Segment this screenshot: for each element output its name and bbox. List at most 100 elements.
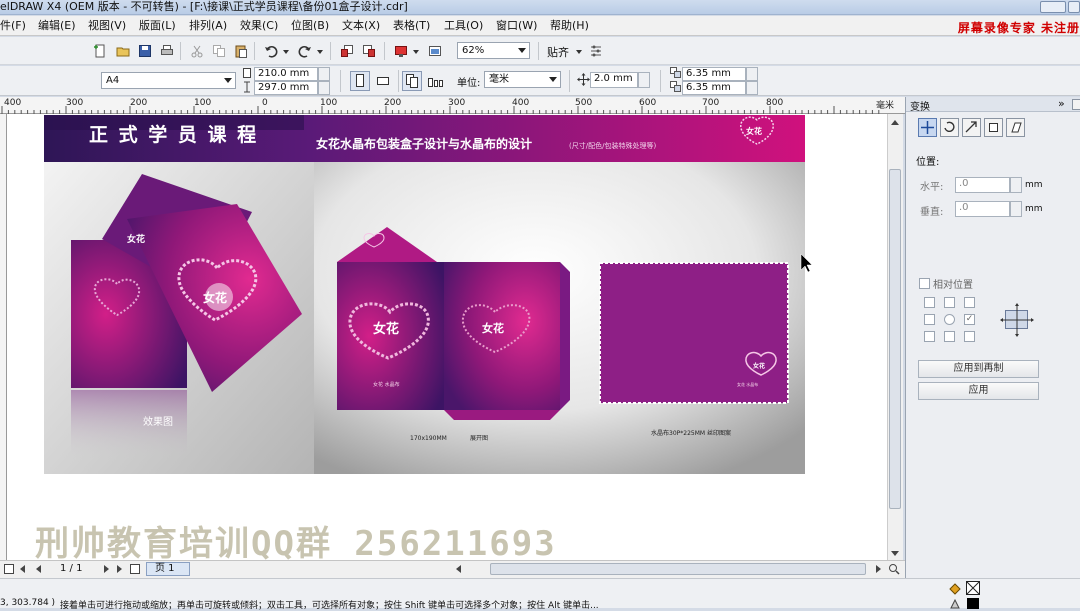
- page-height-field[interactable]: 297.0 mm: [254, 81, 318, 95]
- nudge-distance-field[interactable]: 2.0 mm: [590, 72, 638, 88]
- all-pages-icon[interactable]: [402, 71, 422, 91]
- menu-arrange[interactable]: 排列(A): [189, 18, 227, 34]
- menu-layout[interactable]: 版面(L): [139, 18, 176, 34]
- add-page-icon[interactable]: [130, 564, 140, 574]
- scroll-up-arrow[interactable]: [891, 120, 899, 125]
- horizontal-position-spinner[interactable]: [1010, 177, 1022, 193]
- anchor-top-left[interactable]: [924, 297, 935, 308]
- anchor-middle-right[interactable]: ✓: [964, 314, 975, 325]
- nudge-spinner[interactable]: [638, 72, 650, 88]
- anchor-bottom-right[interactable]: [964, 331, 975, 342]
- open-folder-icon[interactable]: [116, 44, 130, 58]
- save-icon[interactable]: [138, 44, 152, 58]
- portrait-icon[interactable]: [350, 71, 370, 91]
- outline-color-swatch[interactable]: [967, 598, 979, 609]
- skew-mode-icon[interactable]: [1006, 118, 1025, 137]
- duplicate-x-field[interactable]: 6.35 mm: [682, 67, 746, 81]
- menu-table[interactable]: 表格(T): [393, 18, 430, 34]
- page-width-spinner[interactable]: [318, 67, 330, 81]
- menu-edit[interactable]: 编辑(E): [38, 18, 76, 34]
- page-height-spinner[interactable]: [318, 81, 330, 95]
- anchor-center[interactable]: [944, 314, 955, 325]
- zoom-level-combo[interactable]: 62%: [457, 42, 530, 59]
- relative-position-checkbox[interactable]: [919, 278, 930, 289]
- menu-bar: 件(F) 编辑(E) 视图(V) 版面(L) 排列(A) 效果(C) 位图(B)…: [0, 16, 1080, 36]
- page-width-field[interactable]: 210.0 mm: [254, 67, 318, 81]
- scroll-right-arrow[interactable]: [876, 565, 881, 573]
- application-launcher-icon[interactable]: [394, 44, 408, 58]
- welcome-screen-icon[interactable]: [428, 44, 442, 58]
- anchor-top-center[interactable]: [944, 297, 955, 308]
- ruler-label: 0: [262, 98, 268, 108]
- landscape-icon[interactable]: [373, 71, 393, 91]
- vertical-position-field[interactable]: .0: [955, 201, 1010, 217]
- apply-to-duplicate-button[interactable]: 应用到再制: [918, 360, 1039, 378]
- size-mode-icon[interactable]: [984, 118, 1003, 137]
- maximize-button[interactable]: [1068, 1, 1080, 13]
- menu-file[interactable]: 件(F): [0, 18, 26, 34]
- vertical-ruler[interactable]: [0, 114, 7, 560]
- prev-page-arrow[interactable]: [36, 565, 41, 573]
- anchor-bottom-center[interactable]: [944, 331, 955, 342]
- print-icon[interactable]: [160, 44, 174, 58]
- fill-bucket-icon[interactable]: [948, 583, 962, 595]
- paste-icon[interactable]: [234, 44, 248, 58]
- vertical-scroll-thumb[interactable]: [889, 169, 901, 509]
- new-document-icon[interactable]: [93, 44, 107, 58]
- anchor-middle-left[interactable]: [924, 314, 935, 325]
- snap-to-button[interactable]: 贴齐: [547, 44, 569, 60]
- anchor-bottom-left[interactable]: [924, 331, 935, 342]
- scale-mirror-mode-icon[interactable]: [962, 118, 981, 137]
- menu-view[interactable]: 视图(V): [88, 18, 126, 34]
- box-logo-text: 女花: [127, 233, 145, 245]
- menu-help[interactable]: 帮助(H): [550, 18, 589, 34]
- docker-tab[interactable]: [1072, 99, 1080, 110]
- current-page-icon[interactable]: [425, 71, 445, 91]
- import-icon[interactable]: [340, 44, 354, 58]
- snap-dropdown-arrow[interactable]: [576, 50, 582, 54]
- rotate-mode-icon[interactable]: [940, 118, 959, 137]
- undo-icon[interactable]: [264, 44, 278, 58]
- page-tab[interactable]: 页 1: [146, 562, 190, 576]
- ruler-label: 100: [194, 98, 212, 108]
- horizontal-scroll-thumb[interactable]: [490, 563, 866, 575]
- drawing-canvas[interactable]: 正 式 学 员 课 程 女花水晶布包装盒子设计与水晶布的设计 (尺寸/配色/包装…: [7, 114, 887, 560]
- position-mode-icon[interactable]: [918, 118, 937, 137]
- menu-text[interactable]: 文本(X): [342, 18, 380, 34]
- horizontal-position-field[interactable]: .0: [955, 177, 1010, 193]
- paper-size-combo[interactable]: A4: [101, 72, 236, 89]
- redo-dropdown-arrow[interactable]: [317, 50, 323, 54]
- undo-dropdown-arrow[interactable]: [283, 50, 289, 54]
- navigator-icon[interactable]: [888, 563, 900, 575]
- vertical-scrollbar[interactable]: [887, 114, 903, 560]
- scroll-left-arrow[interactable]: [456, 565, 461, 573]
- no-fill-swatch-icon[interactable]: [966, 581, 980, 595]
- cut-icon[interactable]: [190, 44, 204, 58]
- duplicate-y-spinner[interactable]: [746, 81, 758, 95]
- last-page-arrow[interactable]: [117, 565, 122, 573]
- collapse-docker-icon[interactable]: »: [1058, 97, 1065, 110]
- scroll-down-arrow[interactable]: [891, 551, 899, 556]
- apply-button[interactable]: 应用: [918, 382, 1039, 400]
- first-page-arrow[interactable]: [20, 565, 25, 573]
- units-combo[interactable]: 毫米: [484, 71, 561, 88]
- ruler-label: 400: [4, 98, 22, 108]
- options-icon[interactable]: [589, 44, 603, 58]
- horizontal-ruler[interactable]: 400 300 200 100 0 100 200 300 400 500 60…: [0, 97, 905, 114]
- copy-icon[interactable]: [212, 44, 226, 58]
- menu-effects[interactable]: 效果(C): [240, 18, 278, 34]
- menu-window[interactable]: 窗口(W): [496, 18, 537, 34]
- vertical-position-spinner[interactable]: [1010, 201, 1022, 217]
- menu-bitmaps[interactable]: 位图(B): [291, 18, 329, 34]
- launcher-dropdown-arrow[interactable]: [413, 50, 419, 54]
- minimize-button[interactable]: [1040, 1, 1066, 13]
- duplicate-y-field[interactable]: 6.35 mm: [682, 81, 746, 95]
- redo-icon[interactable]: [298, 44, 312, 58]
- duplicate-x-spinner[interactable]: [746, 67, 758, 81]
- menu-tools[interactable]: 工具(O): [444, 18, 483, 34]
- ruler-label: 300: [448, 98, 466, 108]
- next-page-arrow[interactable]: [104, 565, 109, 573]
- insert-page-icon[interactable]: [4, 564, 14, 574]
- anchor-top-right[interactable]: [964, 297, 975, 308]
- export-icon[interactable]: [362, 44, 376, 58]
